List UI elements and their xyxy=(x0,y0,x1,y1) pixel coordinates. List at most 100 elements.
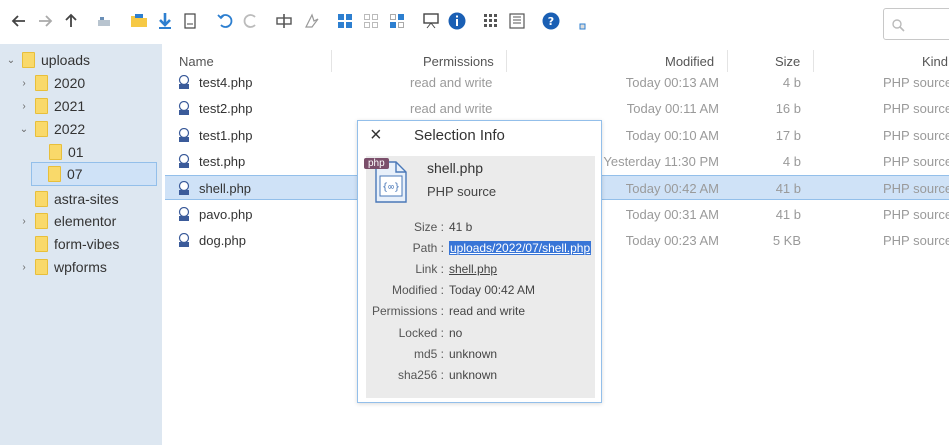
column-header-size[interactable]: Size xyxy=(775,54,800,69)
info-value: unknown xyxy=(449,368,498,382)
folder-icon xyxy=(35,213,48,229)
file-icon[interactable] xyxy=(180,11,200,31)
column-divider[interactable] xyxy=(727,50,728,72)
file-modified: Today 00:42 AM xyxy=(625,181,719,196)
php-file-icon xyxy=(178,232,192,248)
php-file-icon xyxy=(178,180,192,196)
info-row-modified: Modified : Today 00:42 AM xyxy=(366,281,595,301)
info-key: Size : xyxy=(413,220,444,234)
file-kind: PHP source xyxy=(883,101,949,116)
tree-item-elementor[interactable]: › elementor xyxy=(19,210,116,232)
info-icon[interactable] xyxy=(447,11,467,31)
tree-item-astra-sites[interactable]: astra-sites xyxy=(19,188,119,210)
tree-item-01[interactable]: 01 xyxy=(33,141,84,163)
table-row[interactable]: test2.php read and write Today 00:11 AM … xyxy=(165,96,949,121)
folder-icon xyxy=(35,236,48,252)
tree-item-2022[interactable]: ⌄ 2022 xyxy=(19,118,85,140)
file-size: 5 KB xyxy=(772,233,801,248)
preview-icon[interactable] xyxy=(421,11,441,31)
tree-item-2021[interactable]: › 2021 xyxy=(19,95,85,117)
chevron-down-icon[interactable]: ⌄ xyxy=(19,124,29,135)
tree-item-uploads[interactable]: ⌄ uploads xyxy=(6,49,90,71)
info-value: 41 b xyxy=(449,220,473,234)
info-row-size: Size : 41 b xyxy=(366,218,595,238)
help-icon[interactable]: ? xyxy=(541,11,561,31)
info-file-type: PHP source xyxy=(427,184,497,199)
tree-item-label: 07 xyxy=(67,166,83,182)
invert-selection-icon[interactable] xyxy=(387,11,407,31)
info-row-md5: md5 : unknown xyxy=(366,345,595,365)
tree-item-2020[interactable]: › 2020 xyxy=(19,72,85,94)
file-modified: Today 00:13 AM xyxy=(625,75,719,90)
svg-text:?: ? xyxy=(548,15,554,28)
info-key: md5 : xyxy=(413,347,444,361)
rename-icon[interactable] xyxy=(275,11,295,31)
php-file-large-icon: {∞} php xyxy=(364,158,410,204)
tree-item-form-vibes[interactable]: form-vibes xyxy=(19,233,119,255)
resize-icon[interactable] xyxy=(302,11,322,31)
folder-icon xyxy=(22,52,35,68)
info-file-link[interactable]: shell.php xyxy=(449,262,497,276)
dialog-title: Selection Info xyxy=(414,127,505,144)
back-icon[interactable] xyxy=(9,11,29,31)
view-icons-icon[interactable] xyxy=(481,11,501,31)
download-icon[interactable] xyxy=(155,11,175,31)
folder-icon xyxy=(35,75,48,91)
tree-item-label: 2020 xyxy=(54,75,86,91)
column-divider[interactable] xyxy=(813,50,814,72)
file-modified: Today 00:11 AM xyxy=(626,101,719,116)
chevron-down-icon[interactable]: ⌄ xyxy=(6,55,16,66)
info-value: unknown xyxy=(449,347,498,361)
select-none-icon[interactable] xyxy=(361,11,381,31)
close-icon[interactable]: × xyxy=(370,125,386,145)
tree-item-label: uploads xyxy=(41,52,91,68)
file-name: pavo.php xyxy=(199,207,253,222)
search-input[interactable] xyxy=(883,8,949,40)
up-icon[interactable] xyxy=(61,11,81,31)
open-folder-icon[interactable] xyxy=(129,11,149,31)
info-path-link[interactable]: uploads/2022/07/shell.php xyxy=(449,241,592,255)
info-key: Link : xyxy=(415,262,444,276)
view-list-icon[interactable] xyxy=(507,11,527,31)
folder-icon xyxy=(35,191,48,207)
fullscreen-icon[interactable] xyxy=(573,17,593,37)
folder-icon xyxy=(49,144,62,160)
column-header-kind[interactable]: Kind xyxy=(922,54,948,69)
chevron-right-icon[interactable]: › xyxy=(19,101,29,112)
column-divider[interactable] xyxy=(331,50,332,72)
column-divider[interactable] xyxy=(506,50,507,72)
file-kind: PHP source xyxy=(883,154,949,169)
php-file-icon xyxy=(178,74,192,90)
file-size: 17 b xyxy=(775,128,801,143)
info-value: no xyxy=(449,326,463,340)
tree-item-label: 01 xyxy=(68,144,84,160)
home-icon[interactable] xyxy=(94,11,114,31)
select-all-icon[interactable] xyxy=(335,11,355,31)
info-row-permissions: Permissions : read and write xyxy=(366,302,595,322)
table-row[interactable]: test4.php read and write Today 00:13 AM … xyxy=(165,70,949,95)
file-size: 4 b xyxy=(782,154,801,169)
chevron-right-icon[interactable]: › xyxy=(19,262,29,273)
file-modified: Yesterday 11:30 PM xyxy=(603,154,719,169)
php-badge: php xyxy=(364,158,389,169)
info-key: sha256 : xyxy=(397,368,444,382)
selection-info-dialog: × Selection Info {∞} php shell.php PHP s… xyxy=(357,120,602,403)
search-icon xyxy=(891,18,905,35)
tree-item-wpforms[interactable]: › wpforms xyxy=(19,256,107,278)
chevron-right-icon[interactable]: › xyxy=(19,216,29,227)
info-file-name: shell.php xyxy=(427,160,484,176)
toolbar: ? xyxy=(0,0,949,44)
info-row-locked: Locked : no xyxy=(366,324,595,344)
column-header-modified[interactable]: Modified xyxy=(665,54,714,69)
undo-icon[interactable] xyxy=(215,11,235,31)
chevron-right-icon[interactable]: › xyxy=(19,78,29,89)
redo-icon[interactable] xyxy=(241,11,261,31)
dialog-body: {∞} php shell.php PHP source Size : 41 b… xyxy=(364,156,595,398)
column-header-name[interactable]: Name xyxy=(179,54,214,69)
forward-icon[interactable] xyxy=(35,11,55,31)
file-size: 41 b xyxy=(775,181,801,196)
file-modified: Today 00:23 AM xyxy=(625,233,719,248)
tree-item-07[interactable]: 07 xyxy=(31,162,157,186)
column-header-permissions[interactable]: Permissions xyxy=(423,54,494,69)
file-modified: Today 00:10 AM xyxy=(625,128,719,143)
